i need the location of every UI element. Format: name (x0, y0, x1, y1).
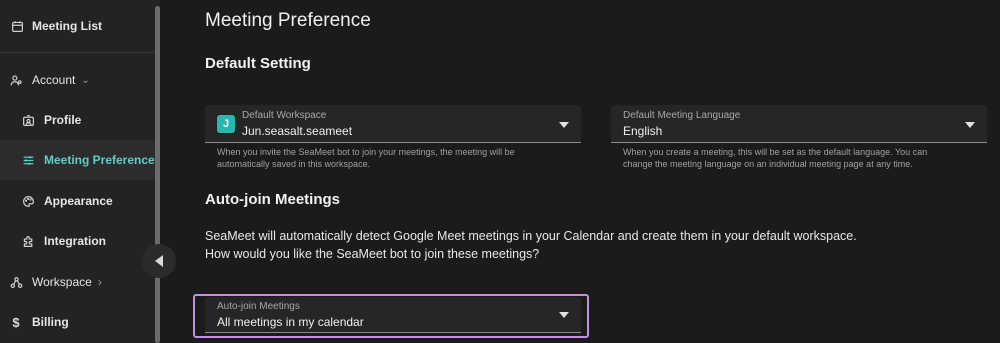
sidebar-item-label: Integration (44, 234, 106, 248)
default-language-helper: When you create a meeting, this will be … (623, 146, 927, 170)
sidebar-item-billing[interactable]: $ Billing (0, 310, 155, 334)
chevron-right-icon: › (97, 275, 102, 289)
sidebar-divider (0, 52, 155, 53)
sidebar-item-account[interactable]: Account ⌄ (0, 68, 155, 92)
default-setting-heading: Default Setting (205, 55, 311, 72)
auto-join-description: SeaMeet will automatically detect Google… (205, 229, 857, 243)
profile-icon (21, 113, 35, 127)
sliders-icon (21, 153, 35, 167)
default-workspace-value: Jun.seasalt.seameet (242, 124, 353, 138)
sidebar-item-label: Account (32, 73, 76, 87)
auto-join-select[interactable]: Auto-join Meetings All meetings in my ca… (205, 297, 581, 333)
default-language-label: Default Meeting Language (623, 110, 741, 121)
app: Meeting List Account ⌄ Profile Meeting P… (0, 0, 1000, 343)
sidebar: Meeting List Account ⌄ Profile Meeting P… (0, 0, 160, 343)
workspace-icon (9, 275, 23, 289)
sidebar-item-meeting-list[interactable]: Meeting List (0, 14, 155, 38)
sidebar-item-label: Meeting List (32, 19, 103, 33)
calendar-icon (10, 19, 24, 33)
default-workspace-label: Default Workspace (242, 110, 327, 121)
chevron-down-icon: ⌄ (81, 74, 90, 86)
helper-line: When you invite the SeaMeet bot to join … (217, 147, 515, 157)
sidebar-item-label: Meeting Preference (44, 153, 155, 167)
auto-join-select-label: Auto-join Meetings (217, 301, 300, 312)
sidebar-item-label: Billing (32, 315, 69, 329)
sidebar-item-label: Profile (44, 113, 82, 127)
sidebar-item-label: Workspace (32, 275, 92, 289)
workspace-avatar: J (217, 115, 235, 133)
sidebar-item-appearance[interactable]: Appearance (0, 189, 155, 213)
default-workspace-select[interactable]: J Default Workspace Jun.seasalt.seameet (205, 105, 581, 143)
auto-join-select-value: All meetings in my calendar (217, 315, 364, 329)
main-content: Meeting Preference Default Setting J Def… (160, 0, 1000, 343)
sidebar-item-meeting-preference[interactable]: Meeting Preference (0, 140, 155, 180)
sidebar-item-workspace[interactable]: Workspace › (0, 270, 155, 294)
auto-join-question: How would you like the SeaMeet bot to jo… (205, 247, 540, 261)
palette-icon (21, 194, 35, 208)
auto-join-heading: Auto-join Meetings (205, 191, 340, 208)
default-language-value: English (623, 124, 663, 138)
page-title: Meeting Preference (205, 10, 371, 31)
helper-line: change the meeting language on an indivi… (623, 159, 913, 169)
dropdown-arrow-icon (965, 122, 975, 128)
dropdown-arrow-icon (559, 122, 569, 128)
default-language-select[interactable]: Default Meeting Language English (611, 105, 987, 143)
sidebar-item-label: Appearance (44, 194, 113, 208)
dollar-icon: $ (12, 314, 20, 330)
dropdown-arrow-icon (559, 312, 569, 318)
default-workspace-helper: When you invite the SeaMeet bot to join … (217, 146, 515, 170)
sidebar-item-integration[interactable]: Integration (0, 229, 155, 253)
sidebar-item-profile[interactable]: Profile (0, 108, 155, 132)
helper-line: When you create a meeting, this will be … (623, 147, 928, 157)
puzzle-icon (21, 234, 35, 248)
helper-line: automatically saved in this workspace. (217, 159, 371, 169)
account-icon (9, 73, 23, 87)
